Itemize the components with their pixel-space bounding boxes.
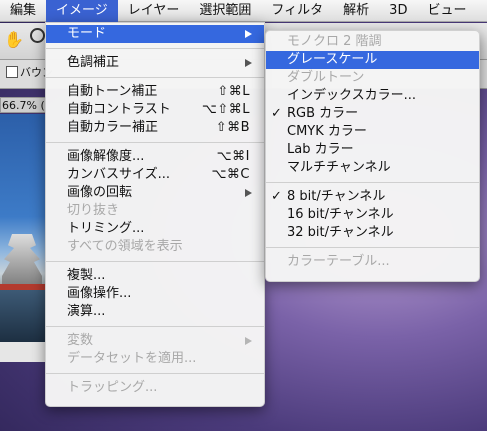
menu-item-calculations[interactable]: 演算...: [46, 303, 264, 321]
menu-item-apply-image-label: 画像操作...: [67, 286, 132, 301]
menu-separator: [266, 182, 479, 183]
menu-image[interactable]: イメージ: [46, 0, 118, 22]
menu-filter[interactable]: フィルタ: [261, 0, 333, 22]
menu-item-image-size-label: 画像解像度...: [67, 149, 145, 164]
mode-item-32bit[interactable]: 32 bit/チャンネル: [266, 224, 479, 242]
water-shape: [0, 290, 46, 342]
menu-bar: 編集 イメージ レイヤー 選択範囲 フィルタ 解析 3D ビュー: [0, 0, 487, 22]
menu-item-variables-label: 変数: [67, 333, 94, 348]
menu-view[interactable]: ビュー: [417, 0, 476, 22]
mode-item-16bit[interactable]: 16 bit/チャンネル: [266, 206, 479, 224]
menu-item-trim-label: トリミング...: [67, 221, 145, 236]
submenu-arrow-icon: [245, 337, 252, 345]
menu-item-crop-label: 切り抜き: [67, 203, 120, 218]
menu-item-auto-color[interactable]: 自動カラー補正 ⇧⌘B: [46, 119, 264, 137]
menu-separator: [266, 247, 479, 248]
shortcut-label: ⇧⌘L: [217, 84, 250, 99]
mode-item-bitmap-label: モノクロ 2 階調: [287, 34, 382, 49]
menu-item-apply-dataset: データセットを適用...: [46, 350, 264, 368]
mode-item-grayscale-label: グレースケール: [287, 52, 378, 67]
document-image: [0, 114, 46, 342]
menu-item-canvas-size[interactable]: カンバスサイズ... ⌥⌘C: [46, 166, 264, 184]
shortcut-label: ⌥⇧⌘L: [201, 102, 250, 117]
document-tab[interactable]: 66.7% (: [0, 97, 46, 113]
mode-item-8bit-label: 8 bit/チャンネル: [287, 189, 386, 204]
zoom-tool-icon[interactable]: [30, 28, 45, 43]
mode-item-lab-label: Lab カラー: [287, 142, 354, 157]
menu-item-apply-image[interactable]: 画像操作...: [46, 285, 264, 303]
menu-separator: [46, 142, 264, 143]
mode-item-indexed[interactable]: インデックスカラー...: [266, 87, 479, 105]
mode-item-32bit-label: 32 bit/チャンネル: [287, 225, 394, 240]
mode-item-duotone: ダブルトーン: [266, 69, 479, 87]
menu-item-rotation-label: 画像の回転: [67, 185, 133, 200]
menu-item-mode[interactable]: モード: [46, 25, 264, 43]
submenu-arrow-icon: [245, 30, 252, 38]
mode-item-rgb-label: RGB カラー: [287, 106, 359, 121]
menu-item-mode-label: モード: [67, 26, 107, 41]
menu-item-image-size[interactable]: 画像解像度... ⌥⌘I: [46, 148, 264, 166]
menu-separator: [46, 261, 264, 262]
mode-item-rgb[interactable]: ✓ RGB カラー: [266, 105, 479, 123]
mode-item-lab[interactable]: Lab カラー: [266, 141, 479, 159]
menu-item-variables: 変数: [46, 332, 264, 350]
submenu-arrow-icon: [245, 59, 252, 67]
mode-item-color-table-label: カラーテーブル...: [287, 254, 390, 269]
menu-item-rotation[interactable]: 画像の回転: [46, 184, 264, 202]
document-bottom-panel: [0, 342, 46, 362]
menu-item-trap: トラッピング...: [46, 379, 264, 397]
mode-item-8bit[interactable]: ✓ 8 bit/チャンネル: [266, 188, 479, 206]
shortcut-label: ⌥⌘I: [216, 149, 250, 164]
mode-item-multichannel-label: マルチチャンネル: [287, 160, 391, 175]
checkmark-icon: ✓: [271, 189, 282, 204]
mode-item-multichannel[interactable]: マルチチャンネル: [266, 159, 479, 177]
menu-analysis[interactable]: 解析: [333, 0, 379, 22]
menu-separator: [46, 48, 264, 49]
mode-item-grayscale[interactable]: グレースケール: [266, 51, 479, 69]
menu-item-reveal-all-label: すべての領域を表示: [67, 239, 183, 254]
image-menu: モード 色調補正 自動トーン補正 ⇧⌘L 自動コントラスト ⌥⇧⌘L 自動カラー…: [45, 22, 265, 407]
menu-item-crop: 切り抜き: [46, 202, 264, 220]
menu-item-duplicate-label: 複製...: [67, 268, 106, 283]
shortcut-label: ⇧⌘B: [215, 120, 250, 135]
mode-item-cmyk-label: CMYK カラー: [287, 124, 367, 139]
menu-3d[interactable]: 3D: [379, 0, 417, 22]
mode-item-16bit-label: 16 bit/チャンネル: [287, 207, 394, 222]
menu-item-auto-color-label: 自動カラー補正: [67, 120, 159, 135]
shortcut-label: ⌥⌘C: [211, 167, 250, 182]
menu-item-reveal-all: すべての領域を表示: [46, 238, 264, 256]
menu-item-auto-contrast[interactable]: 自動コントラスト ⌥⇧⌘L: [46, 101, 264, 119]
menu-item-duplicate[interactable]: 複製...: [46, 267, 264, 285]
menu-item-canvas-size-label: カンバスサイズ...: [67, 167, 171, 182]
bounding-checkbox[interactable]: [6, 66, 18, 78]
mode-submenu: モノクロ 2 階調 グレースケール ダブルトーン インデックスカラー... ✓ …: [265, 30, 480, 282]
menu-separator: [46, 77, 264, 78]
menu-item-trap-label: トラッピング...: [67, 380, 158, 395]
hand-tool-icon[interactable]: ✋: [4, 30, 24, 49]
castle-shape: [2, 234, 42, 290]
menu-item-auto-contrast-label: 自動コントラスト: [67, 102, 171, 117]
menu-separator: [46, 326, 264, 327]
mode-item-color-table: カラーテーブル...: [266, 253, 479, 271]
mode-item-bitmap: モノクロ 2 階調: [266, 33, 479, 51]
menu-layer[interactable]: レイヤー: [118, 0, 190, 22]
mode-item-duotone-label: ダブルトーン: [287, 70, 365, 85]
menu-item-apply-dataset-label: データセットを適用...: [67, 351, 197, 366]
menu-item-trim[interactable]: トリミング...: [46, 220, 264, 238]
mode-item-cmyk[interactable]: CMYK カラー: [266, 123, 479, 141]
menu-item-adjustments[interactable]: 色調補正: [46, 54, 264, 72]
checkmark-icon: ✓: [271, 106, 282, 121]
menu-separator: [46, 373, 264, 374]
menu-item-auto-tone-label: 自動トーン補正: [67, 84, 158, 99]
menu-edit[interactable]: 編集: [0, 0, 46, 22]
menu-item-auto-tone[interactable]: 自動トーン補正 ⇧⌘L: [46, 83, 264, 101]
mode-item-indexed-label: インデックスカラー...: [287, 88, 417, 103]
submenu-arrow-icon: [245, 189, 252, 197]
menu-select[interactable]: 選択範囲: [189, 0, 261, 22]
menu-item-calculations-label: 演算...: [67, 304, 106, 319]
menu-item-adjustments-label: 色調補正: [67, 55, 120, 70]
